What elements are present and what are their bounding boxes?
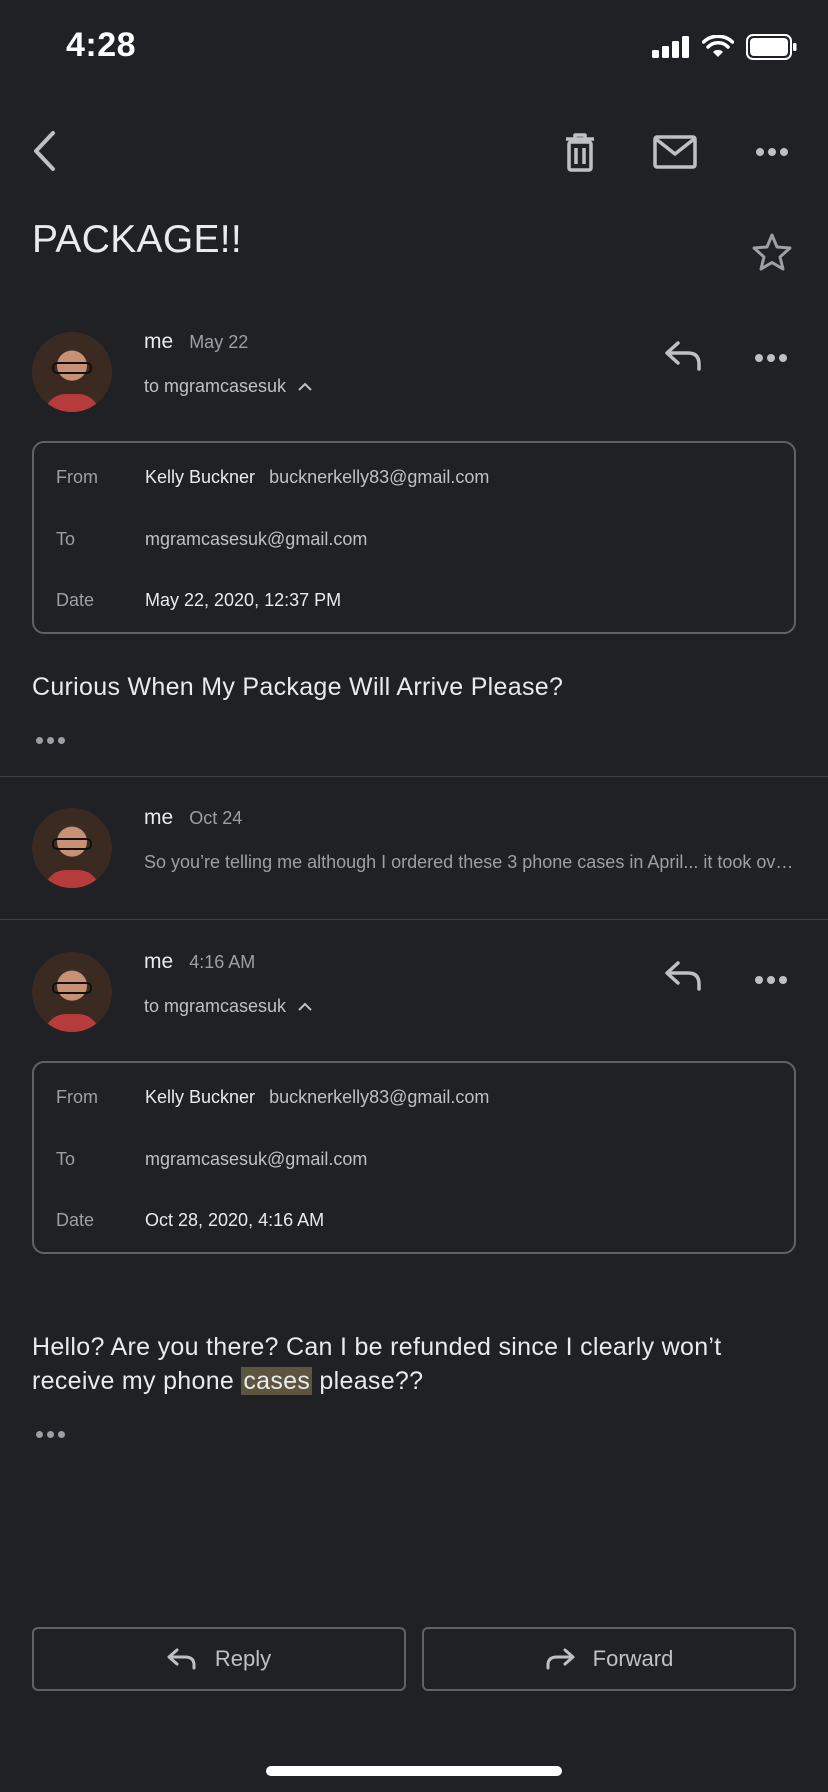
sender-name: me [144, 330, 174, 353]
message-date: Oct 24 [189, 808, 243, 828]
mark-unread-button[interactable] [652, 134, 698, 170]
status-time: 4:28 [66, 26, 137, 64]
show-trimmed-content-button[interactable] [36, 737, 65, 744]
message-date: May 22 [189, 332, 249, 352]
reply-label: Reply [214, 1646, 272, 1671]
thread-subject: PACKAGE!! [32, 218, 243, 261]
trash-icon [566, 133, 594, 172]
avatar [32, 808, 112, 888]
forward-icon [546, 1648, 575, 1670]
chevron-up-icon [298, 382, 312, 391]
chevron-left-icon [34, 131, 55, 171]
signal-icon [652, 36, 689, 58]
from-name: Kelly Buckner [145, 1087, 256, 1107]
date-full: May 22, 2020, 12:37 PM [145, 590, 342, 610]
reply-icon [665, 341, 701, 371]
from-email[interactable]: bucknerkelly83@gmail.com [269, 1087, 489, 1107]
recipients-label: to mgramcasesuk [144, 996, 287, 1016]
message-body: Hello? Are you there? Can I be refunded … [32, 1330, 802, 1398]
back-button[interactable] [26, 128, 62, 174]
recipients-toggle[interactable]: to mgramcasesuk [144, 376, 312, 397]
sender-name: me [144, 950, 174, 973]
message-details: From Kelly Buckner bucknerkelly83@gmail.c… [32, 1061, 796, 1254]
home-indicator[interactable] [266, 1766, 562, 1776]
wifi-icon [702, 35, 734, 57]
reply-bottom-button[interactable]: Reply [32, 1627, 406, 1691]
date-label: Date [56, 1210, 95, 1230]
divider [0, 919, 828, 920]
reply-icon [665, 961, 701, 991]
to-email[interactable]: mgramcasesuk@gmail.com [145, 529, 367, 550]
message-more-button[interactable] [754, 972, 788, 990]
search-highlight: cases [241, 1367, 313, 1395]
message-snippet: So you’re telling me although I ordered … [144, 852, 794, 872]
mail-icon [653, 135, 697, 169]
to-email[interactable]: mgramcasesuk@gmail.com [145, 1149, 367, 1170]
recipients-toggle[interactable]: to mgramcasesuk [144, 996, 312, 1017]
message-body: Curious When My Package Will Arrive Plea… [32, 673, 564, 701]
sender-name: me [144, 806, 174, 829]
from-label: From [56, 467, 98, 487]
from-email[interactable]: bucknerkelly83@gmail.com [269, 467, 489, 487]
reply-button[interactable] [664, 340, 702, 377]
message-details: From Kelly Buckner bucknerkelly83@gmail.c… [32, 441, 796, 634]
star-button[interactable] [752, 233, 792, 276]
recipients-label: to mgramcasesuk [144, 376, 287, 396]
date-label: Date [56, 590, 95, 610]
message-body-text: please?? [312, 1367, 424, 1395]
reply-button[interactable] [664, 960, 702, 997]
forward-label: Forward [592, 1646, 674, 1671]
chevron-up-icon [298, 1002, 312, 1011]
battery-icon [746, 34, 797, 60]
more-options-button[interactable] [752, 140, 792, 164]
from-name: Kelly Buckner [145, 467, 256, 487]
more-horizontal-icon [756, 148, 788, 156]
avatar [32, 332, 112, 412]
star-outline-icon [752, 233, 792, 271]
delete-button[interactable] [560, 130, 600, 174]
date-full: Oct 28, 2020, 4:16 AM [145, 1210, 325, 1230]
avatar [32, 952, 112, 1032]
collapsed-message[interactable]: me Oct 24 So you’re telling me although … [144, 806, 794, 873]
more-horizontal-icon [755, 354, 787, 362]
reply-icon [167, 1648, 196, 1670]
show-trimmed-content-button[interactable] [36, 1431, 65, 1438]
to-label: To [56, 1149, 76, 1169]
more-horizontal-icon [755, 976, 787, 984]
divider [0, 776, 828, 777]
forward-bottom-button[interactable]: Forward [422, 1627, 796, 1691]
status-icons [652, 34, 798, 60]
message-date: 4:16 AM [189, 952, 256, 972]
to-label: To [56, 529, 76, 549]
message-more-button[interactable] [754, 350, 788, 368]
from-label: From [56, 1087, 98, 1107]
